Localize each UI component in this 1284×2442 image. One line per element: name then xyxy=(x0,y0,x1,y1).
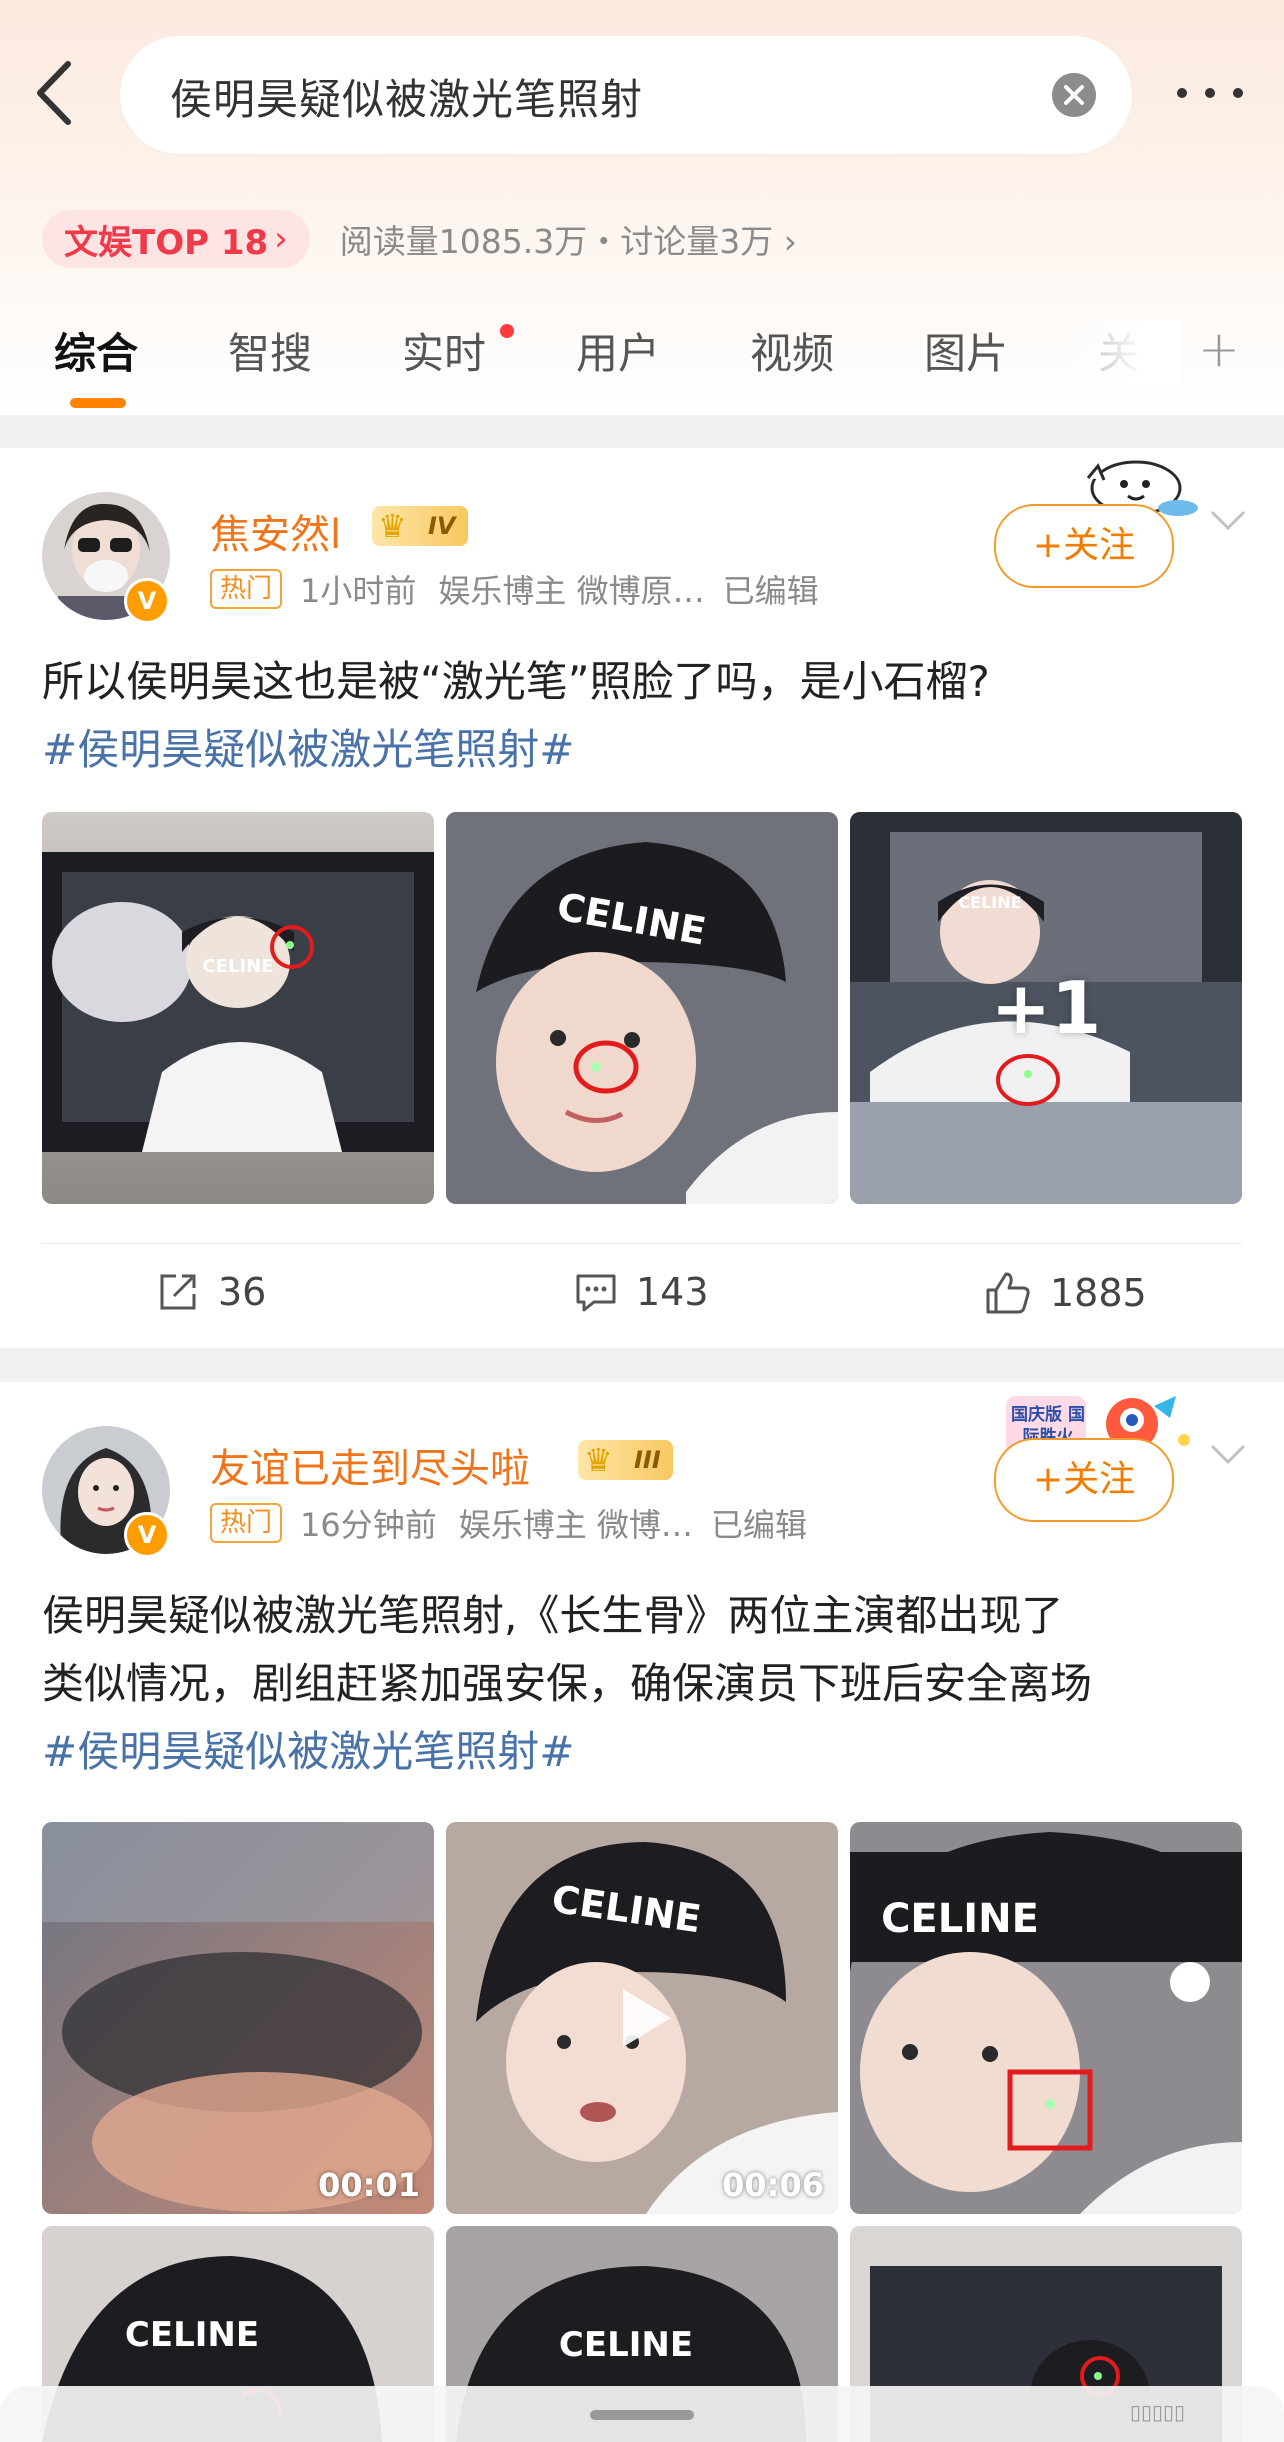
verified-badge-icon: V xyxy=(124,578,170,624)
verified-badge-icon: V xyxy=(124,1512,170,1558)
crown-icon: ♛ xyxy=(584,1441,613,1479)
post-card: V 焦安然l ♛ IV 热门 1小时前 娱乐博主 微博原… 已编辑 +关注 所以… xyxy=(0,448,1284,1348)
svg-text:CELINE: CELINE xyxy=(125,2315,259,2355)
search-bar[interactable]: 侯明昊疑似被激光笔照射 xyxy=(120,36,1132,154)
level-text: IV xyxy=(428,512,456,540)
repost-count: 36 xyxy=(218,1270,267,1314)
topic-stats[interactable]: 阅读量1085.3万・讨论量3万 › xyxy=(340,215,797,263)
repost-icon xyxy=(160,1274,196,1310)
clear-icon[interactable] xyxy=(1052,73,1096,117)
post-body-line: 类似情况，剧组赶紧加强安保，确保演员下班后安全离场 xyxy=(42,1659,1093,1708)
post-body-line: 侯明昊疑似被激光笔照射,《长生骨》两位主演都出现了 xyxy=(42,1591,1064,1640)
post-card: V 友谊已走到尽头啦 ♛ III 热门 16分钟前 娱乐博主 微博… 已编辑 国… xyxy=(0,1382,1284,2442)
hashtag-link[interactable]: #侯明昊疑似被激光笔照射# xyxy=(42,1718,1252,1786)
post-source: 娱乐博主 微博原… xyxy=(438,572,705,610)
tab-images[interactable]: 图片 xyxy=(924,320,1008,381)
level-badge[interactable]: ♛ III xyxy=(578,1440,673,1480)
search-query-text[interactable]: 侯明昊疑似被激光笔照射 xyxy=(170,66,643,127)
post-meta: 热门 1小时前 娱乐博主 微博原… 已编辑 xyxy=(210,566,819,612)
chevron-down-icon[interactable] xyxy=(1208,1442,1248,1466)
post-image[interactable]: CELINE xyxy=(42,812,434,1204)
post-video[interactable]: 00:01 xyxy=(42,1822,434,2214)
post-source: 娱乐博主 微博… xyxy=(458,1506,693,1544)
post-body: 所以侯明昊这也是被“激光笔”照脸了吗，是小石榴? xyxy=(42,657,990,706)
post-username[interactable]: 友谊已走到尽头啦 xyxy=(210,1436,530,1494)
more-images-overlay[interactable]: +1 xyxy=(850,812,1242,1204)
thumbs-up-icon xyxy=(986,1272,1030,1314)
notification-dot xyxy=(500,324,514,338)
topic-rank-label: 文娱TOP 18 xyxy=(64,222,269,263)
post-meta: 热门 16分钟前 娱乐博主 微博… 已编辑 xyxy=(210,1500,807,1546)
level-text: III xyxy=(634,1446,661,1474)
bottom-edge-decoration: ▯▯▯▯▯ xyxy=(1130,2400,1186,2424)
play-icon[interactable] xyxy=(605,1981,679,2055)
hot-badge: 热门 xyxy=(210,1503,283,1543)
video-duration: 00:01 xyxy=(318,2166,420,2204)
topic-rank-badge[interactable]: 文娱TOP 18 › xyxy=(42,210,310,268)
tab-users[interactable]: 用户 xyxy=(576,320,660,381)
comment-icon xyxy=(576,1274,616,1312)
tab-videos[interactable]: 视频 xyxy=(750,320,834,381)
home-indicator[interactable] xyxy=(590,2410,694,2420)
like-count: 1885 xyxy=(1050,1271,1147,1315)
repost-button[interactable]: 36 xyxy=(156,1270,266,1314)
post-username[interactable]: 焦安然l xyxy=(210,502,341,560)
post-edited: 已编辑 xyxy=(722,572,819,610)
tab-bar: 综合 智搜 实时 用户 视频 图片 关 + xyxy=(0,320,1284,410)
video-thumbnail xyxy=(42,1822,434,2214)
topic-info-row: 文娱TOP 18 › 阅读量1085.3万・讨论量3万 › xyxy=(42,210,797,268)
tab-comprehensive[interactable]: 综合 xyxy=(54,320,138,381)
post-video[interactable]: CELINE 00:06 xyxy=(446,1822,838,2214)
post-text: 侯明昊疑似被激光笔照射,《长生骨》两位主演都出现了 类似情况，剧组赶紧加强安保，… xyxy=(42,1582,1252,1786)
hot-badge: 热门 xyxy=(210,569,283,609)
comment-count: 143 xyxy=(636,1270,709,1314)
active-tab-indicator xyxy=(70,398,126,408)
post-text: 所以侯明昊这也是被“激光笔”照脸了吗，是小石榴? #侯明昊疑似被激光笔照射# xyxy=(42,648,1252,784)
tab-realtime[interactable]: 实时 xyxy=(402,320,486,381)
follow-button[interactable]: +关注 xyxy=(994,1438,1174,1522)
video-duration: 00:06 xyxy=(722,2166,824,2204)
follow-button[interactable]: +关注 xyxy=(994,504,1174,588)
post-time: 1小时前 xyxy=(300,572,417,610)
more-options-icon[interactable] xyxy=(1170,78,1250,108)
svg-text:CELINE: CELINE xyxy=(202,956,273,977)
chevron-right-icon: › xyxy=(783,222,797,261)
hashtag-link[interactable]: #侯明昊疑似被激光笔照射# xyxy=(42,716,1252,784)
post-image[interactable]: CELINE xyxy=(446,812,838,1204)
svg-text:CELINE: CELINE xyxy=(559,2325,693,2365)
svg-text:CELINE: CELINE xyxy=(881,1896,1039,1942)
like-button[interactable]: 1885 xyxy=(984,1270,1147,1316)
topic-stats-text: 阅读量1085.3万・讨论量3万 xyxy=(339,222,774,261)
post-time: 16分钟前 xyxy=(300,1506,437,1544)
crown-icon: ♛ xyxy=(378,507,407,545)
back-arrow-icon[interactable] xyxy=(30,58,80,128)
divider xyxy=(42,1243,1242,1244)
tabs-fade xyxy=(1060,320,1180,390)
level-badge[interactable]: ♛ IV xyxy=(372,506,468,546)
more-images-count: +1 xyxy=(990,966,1102,1050)
tab-smart-search[interactable]: 智搜 xyxy=(228,320,312,381)
chevron-down-icon[interactable] xyxy=(1208,508,1248,532)
add-tab-icon[interactable]: + xyxy=(1198,320,1240,378)
post-edited: 已编辑 xyxy=(710,1506,807,1544)
comment-button[interactable]: 143 xyxy=(574,1270,709,1314)
chevron-right-icon: › xyxy=(274,219,288,259)
post-image[interactable]: CELINE xyxy=(850,1822,1242,2214)
